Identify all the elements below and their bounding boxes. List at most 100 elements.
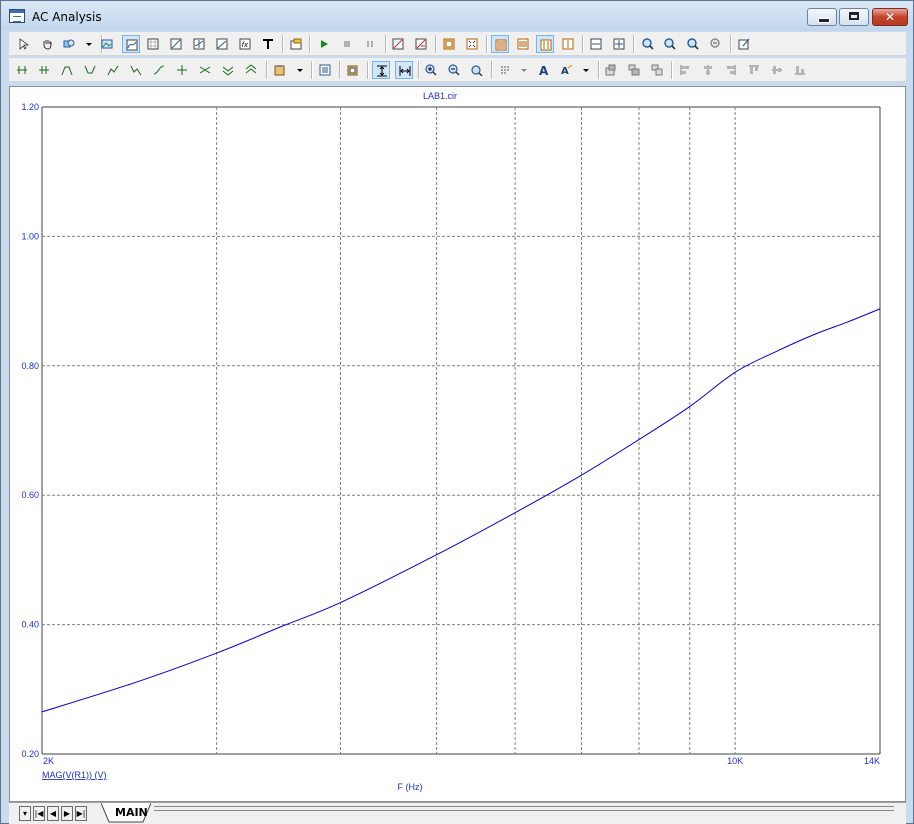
minimize-button[interactable] — [807, 8, 837, 26]
zoom-fit-button[interactable] — [684, 35, 702, 53]
tokens-button[interactable] — [496, 61, 514, 79]
ac-analysis-plot[interactable]: 0.20 0.40 0.60 0.80 1.00 1.20 2K 10K 14K LAB1.ci… — [10, 87, 905, 801]
paste-button[interactable] — [271, 61, 289, 79]
layout-2-button[interactable] — [514, 35, 532, 53]
zoom-in-button[interactable] — [639, 35, 657, 53]
pause-button[interactable] — [361, 35, 379, 53]
align-middle-button[interactable] — [768, 61, 786, 79]
function-button[interactable]: fx — [236, 35, 254, 53]
layout-3-button[interactable] — [536, 35, 554, 53]
last-tab-button[interactable]: ▶| — [75, 806, 87, 821]
global-high-button[interactable] — [173, 61, 191, 79]
graph-view-button[interactable] — [122, 35, 140, 53]
run-button[interactable] — [315, 35, 333, 53]
graph-icon — [126, 39, 138, 51]
text-t-icon — [263, 39, 273, 49]
valley-button[interactable] — [81, 61, 99, 79]
add-curve-button[interactable] — [389, 35, 407, 53]
right-arrow-icon: ▶ — [63, 809, 71, 818]
toolbar-separator — [282, 35, 284, 53]
paste-dropdown-button[interactable] — [291, 61, 309, 79]
zoom-out-2-button[interactable] — [445, 61, 463, 79]
tab-menu-button[interactable]: ▾ — [19, 806, 31, 821]
y-tick-label: 0.80 — [21, 361, 39, 371]
curve-tool-button[interactable] — [167, 35, 185, 53]
list-icon — [319, 64, 331, 76]
low-button[interactable] — [127, 61, 145, 79]
grid-icon — [147, 38, 159, 50]
close-button[interactable]: ✕ — [872, 8, 908, 26]
delete-curve-button[interactable] — [412, 35, 430, 53]
auto-scale-y-button[interactable] — [372, 61, 390, 79]
layout-4-button[interactable] — [559, 35, 577, 53]
zoom-percent-icon — [471, 65, 483, 76]
toolbar-separator — [311, 61, 313, 79]
next-data-point-button[interactable] — [13, 61, 31, 79]
magnifier-icon — [687, 38, 699, 50]
tokens-dropdown-button[interactable] — [515, 61, 533, 79]
align-left-button[interactable] — [676, 61, 694, 79]
valley-icon — [84, 65, 96, 74]
auto-scale-x-button[interactable] — [395, 61, 413, 79]
shapes-button[interactable] — [60, 35, 78, 53]
shapes-dropdown-button[interactable] — [80, 35, 98, 53]
title-bar[interactable]: AC Analysis ✕ — [1, 1, 913, 31]
top-button[interactable] — [219, 61, 237, 79]
crosshair-button[interactable] — [610, 35, 628, 53]
high-button[interactable] — [104, 61, 122, 79]
zoom-100-button[interactable] — [468, 61, 486, 79]
toolbar-separator — [339, 61, 341, 79]
zoom-out-button[interactable] — [661, 35, 679, 53]
bottom-button[interactable] — [242, 61, 260, 79]
data-points-button[interactable] — [316, 61, 334, 79]
series-line-mag-v-r1[interactable] — [41, 308, 881, 713]
plot-frame[interactable]: 0.20 0.40 0.60 0.80 1.00 1.20 2K 10K 14K LAB1.ci… — [9, 86, 906, 802]
left-arrow-icon: ◀ — [49, 809, 57, 818]
font-button[interactable]: A — [535, 61, 553, 79]
horizontal-scrollbar[interactable] — [154, 806, 894, 811]
first-tab-button[interactable]: |◀ — [33, 806, 45, 821]
select-mode-button[interactable] — [15, 35, 33, 53]
fit-button[interactable] — [463, 35, 481, 53]
align-bottom-button[interactable] — [791, 61, 809, 79]
align-right-button[interactable] — [722, 61, 740, 79]
notes-button[interactable] — [735, 35, 753, 53]
cursor-interp-icon — [39, 66, 49, 74]
send-back-button[interactable] — [625, 61, 643, 79]
maximize-button[interactable] — [839, 8, 869, 26]
grid-view-button[interactable] — [144, 35, 162, 53]
zoom-box-button[interactable] — [440, 35, 458, 53]
font-dropdown-button[interactable] — [577, 61, 595, 79]
prev-tab-button[interactable]: ◀ — [47, 806, 59, 821]
app-window-icon — [9, 9, 25, 23]
copy-bitmap-button[interactable] — [344, 61, 362, 79]
image-button[interactable] — [98, 35, 116, 53]
peak-button[interactable] — [58, 61, 76, 79]
group-button[interactable] — [648, 61, 666, 79]
tab-main[interactable]: MAIN — [101, 803, 151, 823]
layout-1-button[interactable] — [491, 35, 509, 53]
box-icon — [443, 38, 455, 50]
stop-button[interactable] — [338, 35, 356, 53]
series-legend-label[interactable]: MAG(V(R1)) (V) — [42, 770, 107, 780]
cursor-graph-icon — [193, 38, 205, 50]
next-tab-button[interactable]: ▶ — [61, 806, 73, 821]
cursor-tool-button[interactable] — [190, 35, 208, 53]
pan-mode-button[interactable] — [38, 35, 56, 53]
marker-tool-button[interactable] — [213, 35, 231, 53]
properties-button[interactable] — [287, 35, 305, 53]
align-center-button[interactable] — [699, 61, 717, 79]
inflection-button[interactable] — [150, 61, 168, 79]
zoom-reset-button[interactable] — [707, 35, 725, 53]
bring-front-button[interactable] — [602, 61, 620, 79]
top-icon — [222, 66, 234, 76]
global-low-button[interactable] — [196, 61, 214, 79]
text-tool-button[interactable] — [259, 35, 277, 53]
font-color-button[interactable]: A — [558, 61, 576, 79]
zoom-in-2-button[interactable] — [422, 61, 440, 79]
chevron-down-icon — [521, 69, 527, 72]
next-interpolated-button[interactable] — [35, 61, 53, 79]
magnifier-icon — [642, 38, 654, 50]
horizontal-line-button[interactable] — [587, 35, 605, 53]
align-top-button[interactable] — [745, 61, 763, 79]
